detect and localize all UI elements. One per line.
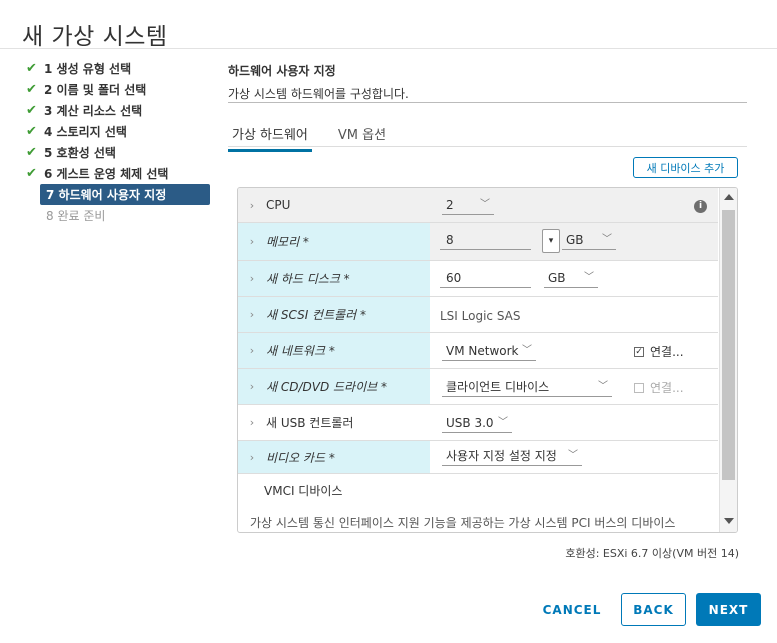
tab-virtual-hardware[interactable]: 가상 하드웨어 [228,122,312,152]
step-label: 1 생성 유형 선택 [44,62,132,76]
checkbox-empty-icon [634,382,644,393]
memory-unit-select[interactable]: GB ﹀ [562,231,616,250]
hardware-grid: › CPU 2 ﹀ › 메모리 * 8 ▾ GB ﹀ › 새 하드 디스크 * 60 GB… [237,187,738,533]
cancel-button[interactable]: CANCEL [540,593,604,626]
check-icon: ✔ [26,124,37,139]
network-connect-checkbox[interactable]: ✓ 연결... [634,343,684,360]
row-label[interactable]: › 메모리 * [238,223,430,260]
row-label[interactable]: › CPU [238,188,430,222]
row-label[interactable]: › 새 하드 디스크 * [238,261,430,296]
memory-unit-dropdown-button[interactable]: ▾ [542,229,560,253]
row-label[interactable]: › 새 SCSI 컨트롤러 * [238,297,430,332]
hardware-row-hard-disk: › 새 하드 디스크 * 60 GB ﹀ [238,261,718,297]
chevron-down-icon: ﹀ [602,234,612,245]
back-button[interactable]: BACK [621,593,686,626]
compatibility-text: 호환성: ESXi 6.7 이상(VM 버전 14) [565,547,739,560]
check-icon: ✔ [26,166,37,181]
page-title: 하드웨어 사용자 지정 [228,64,336,78]
disk-size-input[interactable]: 60 [440,269,531,288]
info-icon[interactable]: i [694,200,707,213]
scroll-up-arrow-icon[interactable] [724,194,734,200]
hardware-row-video-card: › 비디오 카드 * 사용자 지정 설정 지정 ﹀ [238,441,718,474]
row-label[interactable]: › 새 네트워크 * [238,333,430,368]
scsi-type: LSI Logic SAS [440,309,521,323]
step-label: 2 이름 및 폴더 선택 [44,83,147,97]
chevron-right-icon[interactable]: › [238,451,266,464]
step-label: 3 계산 리소스 선택 [44,104,143,118]
next-button[interactable]: NEXT [696,593,761,626]
check-icon: ✔ [26,103,37,118]
vmci-device-description: 가상 시스템 통신 인터페이스 지원 기능을 제공하는 가상 시스템 PCI 버… [250,516,676,530]
hardware-row-memory: › 메모리 * 8 ▾ GB ﹀ [238,223,718,261]
hardware-row-cpu: › CPU 2 ﹀ [238,188,718,223]
grid-scrollbar[interactable] [719,188,737,532]
chevron-down-icon: ﹀ [522,345,532,356]
scroll-down-arrow-icon[interactable] [724,518,734,524]
step-2[interactable]: ✔ 2 이름 및 폴더 선택 [22,79,212,100]
chevron-right-icon[interactable]: › [238,380,266,393]
disk-unit-select[interactable]: GB ﹀ [544,269,598,288]
chevron-right-icon[interactable]: › [238,308,266,321]
tab-divider [228,146,747,147]
memory-input[interactable]: 8 [440,231,531,250]
row-label[interactable]: › 비디오 카드 * [238,441,430,473]
video-card-select[interactable]: 사용자 지정 설정 지정 ﹀ [442,447,582,466]
dialog-title: 새 가상 시스템 [22,24,168,50]
step-label: 5 호환성 선택 [44,146,116,160]
cd-dvd-connect-checkbox: 연결... [634,379,684,396]
step-label: 7 하드웨어 사용자 지정 [46,188,167,202]
chevron-down-icon: ﹀ [498,417,508,428]
scrollbar-thumb[interactable] [722,210,735,480]
chevron-down-icon: ﹀ [568,450,578,461]
hardware-row-usb: › 새 USB 컨트롤러 USB 3.0 ﹀ [238,405,718,441]
check-icon: ✔ [26,82,37,97]
chevron-right-icon[interactable]: › [238,416,266,429]
title-divider [0,48,777,49]
hardware-row-network: › 새 네트워크 * VM Network ﹀ ✓ 연결... [238,333,718,369]
chevron-right-icon[interactable]: › [238,272,266,285]
step-1[interactable]: ✔ 1 생성 유형 선택 [22,58,212,79]
chevron-right-icon[interactable]: › [238,235,266,248]
checkbox-checked-icon: ✓ [634,346,644,357]
step-8: 8 완료 준비 [22,205,212,226]
chevron-down-icon: ﹀ [480,199,490,210]
step-7[interactable]: 7 하드웨어 사용자 지정 [40,184,210,205]
step-5[interactable]: ✔ 5 호환성 선택 [22,142,212,163]
step-label: 8 완료 준비 [46,209,106,223]
chevron-down-icon: ﹀ [584,272,594,283]
usb-select[interactable]: USB 3.0 ﹀ [442,414,512,433]
step-label: 6 게스트 운영 체제 선택 [44,167,169,181]
tab-bar: 가상 하드웨어 VM 옵션 [228,122,412,152]
chevron-down-icon: ﹀ [598,381,608,392]
chevron-right-icon[interactable]: › [238,344,266,357]
hardware-row-scsi: › 새 SCSI 컨트롤러 * LSI Logic SAS [238,297,718,333]
step-6[interactable]: ✔ 6 게스트 운영 체제 선택 [22,163,212,184]
add-new-device-button[interactable]: 새 디바이스 추가 [633,157,738,178]
wizard-steps: ✔ 1 생성 유형 선택 ✔ 2 이름 및 폴더 선택 ✔ 3 계산 리소스 선택 ✔… [22,58,212,226]
vmci-device-label: VMCI 디바이스 [264,484,343,498]
page-subtitle: 가상 시스템 하드웨어를 구성합니다. [228,87,409,101]
cd-dvd-select[interactable]: 클라이언트 디바이스 ﹀ [442,378,612,397]
tab-vm-options[interactable]: VM 옵션 [334,122,390,152]
step-label: 4 스토리지 선택 [44,125,127,139]
cpu-select[interactable]: 2 ﹀ [442,196,494,215]
check-icon: ✔ [26,61,37,76]
step-4[interactable]: ✔ 4 스토리지 선택 [22,121,212,142]
row-label[interactable]: › 새 CD/DVD 드라이브 * [238,369,430,404]
hardware-row-cd-dvd: › 새 CD/DVD 드라이브 * 클라이언트 디바이스 ﹀ 연결... [238,369,718,405]
chevron-right-icon[interactable]: › [238,199,266,212]
header-divider [228,102,747,103]
content-header: 하드웨어 사용자 지정 가상 시스템 하드웨어를 구성합니다. [228,62,748,102]
check-icon: ✔ [26,145,37,160]
row-label[interactable]: › 새 USB 컨트롤러 [238,405,430,440]
step-3[interactable]: ✔ 3 계산 리소스 선택 [22,100,212,121]
network-select[interactable]: VM Network ﹀ [442,342,536,361]
